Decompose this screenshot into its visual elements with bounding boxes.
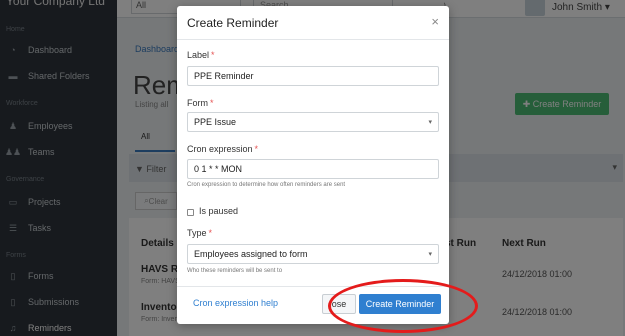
required-mark: * bbox=[208, 228, 213, 238]
required-mark: * bbox=[210, 98, 214, 108]
form-select-value: PPE Issue bbox=[194, 117, 237, 127]
type-help-text: Who these reminders will be sent to bbox=[187, 268, 283, 274]
modal-title: Create Reminder bbox=[187, 16, 279, 30]
label-field-label: Label * bbox=[187, 50, 215, 60]
chevron-down-icon: ▾ bbox=[428, 251, 432, 258]
create-reminder-submit-button[interactable]: Create Reminder bbox=[359, 294, 441, 314]
cron-label-text: Cron expression bbox=[187, 144, 253, 154]
type-select[interactable]: Employees assigned to form ▾ bbox=[187, 244, 439, 264]
type-field-label: Type * bbox=[187, 228, 212, 238]
close-button[interactable]: ose bbox=[322, 294, 356, 314]
is-paused-checkbox[interactable] bbox=[187, 209, 194, 216]
type-select-value: Employees assigned to form bbox=[194, 249, 308, 259]
label-text: Label bbox=[187, 50, 210, 60]
form-label-text: Form bbox=[187, 98, 208, 108]
cron-expression-input[interactable]: 0 1 * * MON bbox=[187, 159, 439, 179]
cron-help-text: Cron expression to determine how often r… bbox=[187, 182, 346, 188]
create-reminder-modal: Create Reminder × Label * PPE Reminder Fo… bbox=[177, 6, 449, 324]
cron-expression-help-link[interactable]: Cron expression help bbox=[193, 298, 278, 308]
close-icon[interactable]: × bbox=[431, 14, 439, 29]
label-input[interactable]: PPE Reminder bbox=[187, 66, 439, 86]
chevron-down-icon: ▾ bbox=[428, 119, 432, 126]
cron-field-label: Cron expression * bbox=[187, 144, 258, 154]
is-paused-label[interactable]: Is paused bbox=[199, 206, 238, 216]
type-label-text: Type bbox=[187, 228, 207, 238]
modal-header: Create Reminder × bbox=[177, 6, 449, 40]
form-select[interactable]: PPE Issue ▾ bbox=[187, 112, 439, 132]
required-mark: * bbox=[211, 50, 215, 60]
modal-footer-divider bbox=[177, 286, 449, 287]
form-field-label: Form * bbox=[187, 98, 214, 108]
required-mark: * bbox=[254, 144, 259, 154]
